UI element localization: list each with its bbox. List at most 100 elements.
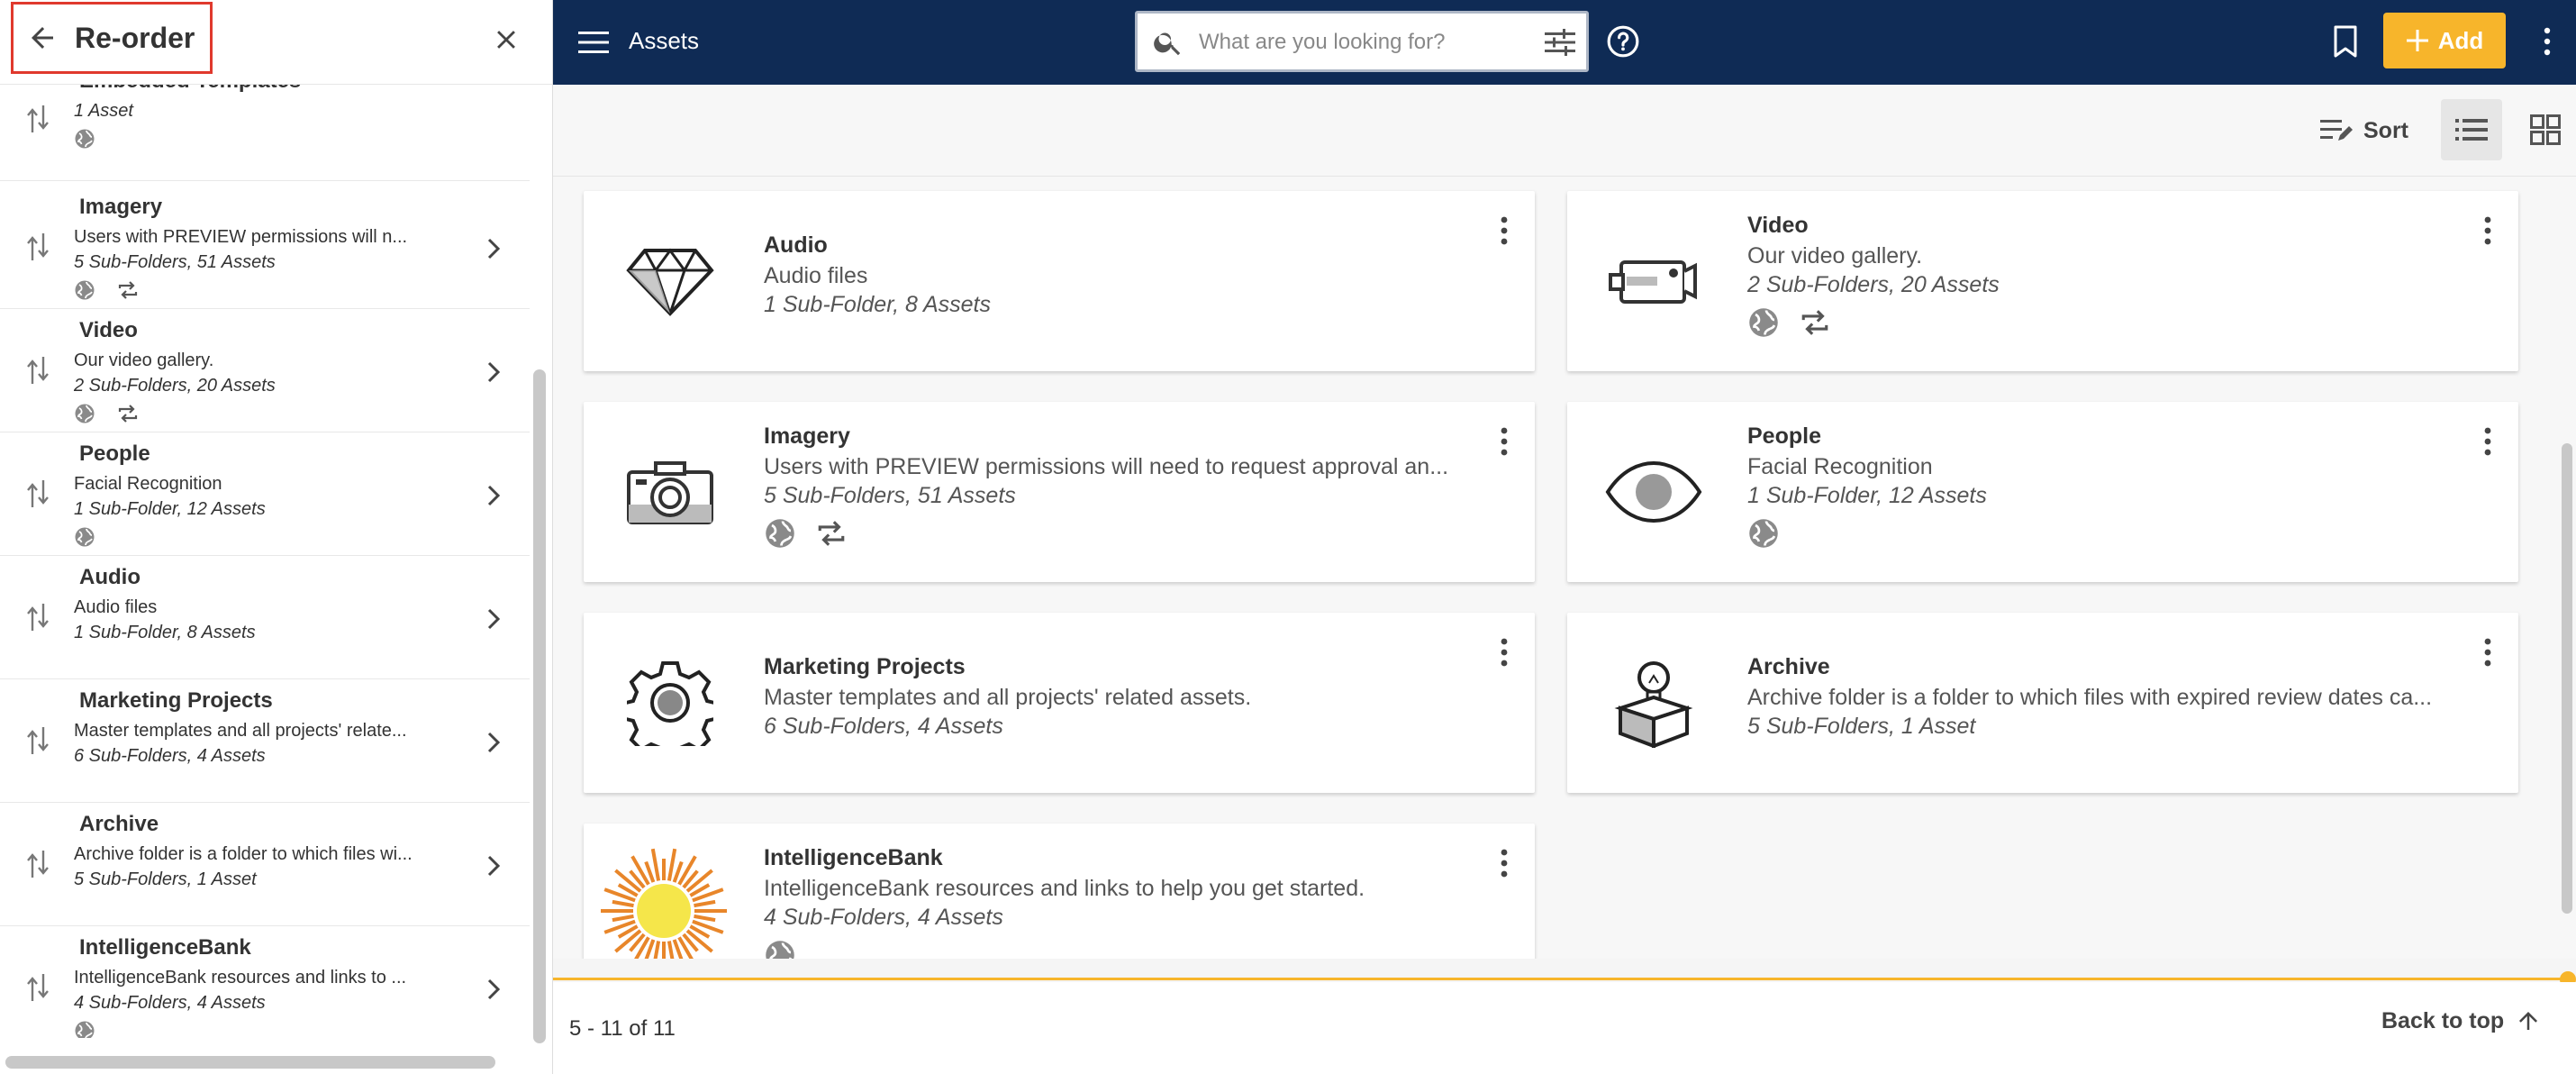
- folder-name[interactable]: IntelligenceBank: [764, 845, 943, 871]
- reorder-item-name: Video: [79, 318, 138, 342]
- more-options-icon[interactable]: [2477, 213, 2499, 249]
- more-vertical-icon[interactable]: [2531, 20, 2563, 63]
- folder-counts: 6 Sub-Folders, 4 Assets: [764, 714, 1003, 739]
- chevron-right-icon[interactable]: [477, 971, 510, 1007]
- sync-icon: [1800, 308, 1830, 341]
- reorder-item-status-icons: [74, 1020, 95, 1038]
- page-title: Assets: [629, 27, 700, 54]
- arrow-up-icon: [2519, 1012, 2538, 1030]
- chevron-right-icon[interactable]: [477, 601, 510, 637]
- reorder-panel-horizontal-scrollbar[interactable]: [5, 1056, 495, 1069]
- reorder-panel-vertical-scrollbar[interactable]: [533, 369, 546, 1043]
- drag-handle-icon[interactable]: [23, 476, 52, 512]
- folder-description: IntelligenceBank resources and links to …: [764, 876, 1365, 901]
- folder-name[interactable]: Archive: [1747, 654, 1830, 680]
- globe-icon: [764, 939, 796, 959]
- sort-icon: [2320, 120, 2353, 141]
- back-to-top-button[interactable]: Back to top: [2381, 1007, 2542, 1034]
- folder-card-people[interactable]: People Facial Recognition 1 Sub-Folder, 12…: [1567, 402, 2518, 582]
- folder-name[interactable]: Audio: [764, 232, 828, 259]
- reorder-item-audio[interactable]: Audio Audio files 1 Sub-Folder, 8 Assets: [0, 556, 530, 679]
- gear-icon: [616, 649, 724, 757]
- drag-handle-icon[interactable]: [23, 352, 52, 388]
- reorder-item-description: Audio files: [74, 597, 158, 617]
- sort-button[interactable]: Sort: [2320, 112, 2408, 150]
- search-input[interactable]: [1199, 23, 1532, 62]
- reorder-item-counts: 6 Sub-Folders, 4 Assets: [74, 746, 266, 766]
- reorder-item-counts: 4 Sub-Folders, 4 Assets: [74, 993, 266, 1013]
- search-icon: [1154, 32, 1181, 56]
- grid-view-toggle[interactable]: [2518, 99, 2572, 160]
- sync-icon: [816, 519, 847, 552]
- list-view-toggle[interactable]: [2441, 99, 2502, 160]
- drag-handle-icon[interactable]: [23, 229, 52, 265]
- bookmark-icon[interactable]: [2324, 20, 2367, 63]
- filter-sliders-icon[interactable]: [1541, 24, 1579, 60]
- folder-description: Users with PREVIEW permissions will need…: [764, 454, 1449, 479]
- drag-handle-icon[interactable]: [23, 101, 52, 137]
- reorder-item-status-icons: [74, 526, 95, 552]
- folder-name[interactable]: Video: [1747, 213, 1809, 239]
- chevron-right-icon[interactable]: [477, 478, 510, 514]
- reorder-item-name: Imagery: [79, 195, 163, 219]
- folder-name[interactable]: People: [1747, 423, 1821, 450]
- reorder-item-status-icons: [74, 279, 139, 305]
- folder-card-imagery[interactable]: Imagery Users with PREVIEW permissions wi…: [584, 402, 1535, 582]
- more-options-icon[interactable]: [1493, 213, 1515, 249]
- main-vertical-scrollbar[interactable]: [2562, 443, 2572, 914]
- reorder-title: Re-order: [75, 21, 195, 54]
- video-camera-icon: [1600, 227, 1708, 335]
- reorder-item-marketing-projects[interactable]: Marketing Projects Master templates and a…: [0, 679, 530, 803]
- folder-card-archive[interactable]: Archive Archive folder is a folder to whi…: [1567, 613, 2518, 793]
- reorder-item-name: Archive: [79, 812, 159, 836]
- folder-card-audio[interactable]: Audio Audio files 1 Sub-Folder, 8 Assets: [584, 191, 1535, 371]
- chevron-right-icon[interactable]: [477, 848, 510, 884]
- close-icon[interactable]: [481, 14, 531, 65]
- reorder-panel: Re-order Embedded Templates 1 Asset Image…: [0, 0, 553, 1074]
- more-options-icon[interactable]: [2477, 634, 2499, 670]
- back-arrow-icon[interactable]: [14, 5, 71, 71]
- reorder-item-intelligencebank[interactable]: IntelligenceBank IntelligenceBank resourc…: [0, 926, 530, 1038]
- drag-handle-icon[interactable]: [23, 969, 52, 1006]
- load-progress-line: [553, 978, 2569, 980]
- list-view-icon: [2455, 119, 2488, 141]
- reorder-item-archive[interactable]: Archive Archive folder is a folder to whi…: [0, 803, 530, 926]
- more-options-icon[interactable]: [2477, 423, 2499, 460]
- reorder-item-embedded-templates[interactable]: Embedded Templates 1 Asset: [0, 85, 530, 181]
- diamond-icon: [616, 227, 724, 335]
- more-options-icon[interactable]: [1493, 423, 1515, 460]
- reorder-item-people[interactable]: People Facial Recognition 1 Sub-Folder, 12…: [0, 432, 530, 556]
- folder-card-video[interactable]: Video Our video gallery. 2 Sub-Folders, 20…: [1567, 191, 2518, 371]
- plus-icon: [2406, 30, 2428, 51]
- drag-handle-icon[interactable]: [23, 846, 52, 882]
- reorder-item-description: Our video gallery.: [74, 350, 214, 370]
- folder-grid: Audio Audio files 1 Sub-Folder, 8 Assets V…: [553, 177, 2576, 959]
- add-button-label: Add: [2437, 26, 2484, 54]
- more-options-icon[interactable]: [1493, 634, 1515, 670]
- chevron-right-icon[interactable]: [477, 231, 510, 267]
- folder-counts: 1 Sub-Folder, 12 Assets: [1747, 483, 1987, 508]
- reorder-item-name: Marketing Projects: [79, 688, 273, 713]
- chevron-right-icon[interactable]: [477, 724, 510, 760]
- drag-handle-icon[interactable]: [23, 723, 52, 759]
- reorder-item-counts: 2 Sub-Folders, 20 Assets: [74, 376, 276, 396]
- hamburger-menu-icon[interactable]: [571, 20, 616, 65]
- add-button[interactable]: Add: [2383, 13, 2506, 68]
- reorder-item-video[interactable]: Video Our video gallery. 2 Sub-Folders, 20…: [0, 309, 530, 432]
- folder-card-intelligencebank[interactable]: IntelligenceBank IntelligenceBank resourc…: [584, 824, 1535, 959]
- reorder-item-status-icons: [74, 128, 95, 154]
- folder-counts: 5 Sub-Folders, 51 Assets: [764, 483, 1016, 508]
- folder-card-marketing-projects[interactable]: Marketing Projects Master templates and a…: [584, 613, 1535, 793]
- help-icon[interactable]: [1601, 20, 1645, 63]
- folder-name[interactable]: Imagery: [764, 423, 850, 450]
- folder-name[interactable]: Marketing Projects: [764, 654, 966, 680]
- reorder-item-imagery[interactable]: Imagery Users with PREVIEW permissions wi…: [0, 186, 530, 309]
- more-options-icon[interactable]: [1493, 845, 1515, 881]
- reorder-item-counts: 1 Asset: [74, 101, 133, 121]
- folder-status-icons: [1747, 517, 1780, 554]
- folder-status-icons: [1747, 306, 1830, 343]
- reorder-item-name: IntelligenceBank: [79, 935, 251, 960]
- drag-handle-icon[interactable]: [23, 599, 52, 635]
- view-toolbar: Sort: [553, 85, 2576, 177]
- chevron-right-icon[interactable]: [477, 354, 510, 390]
